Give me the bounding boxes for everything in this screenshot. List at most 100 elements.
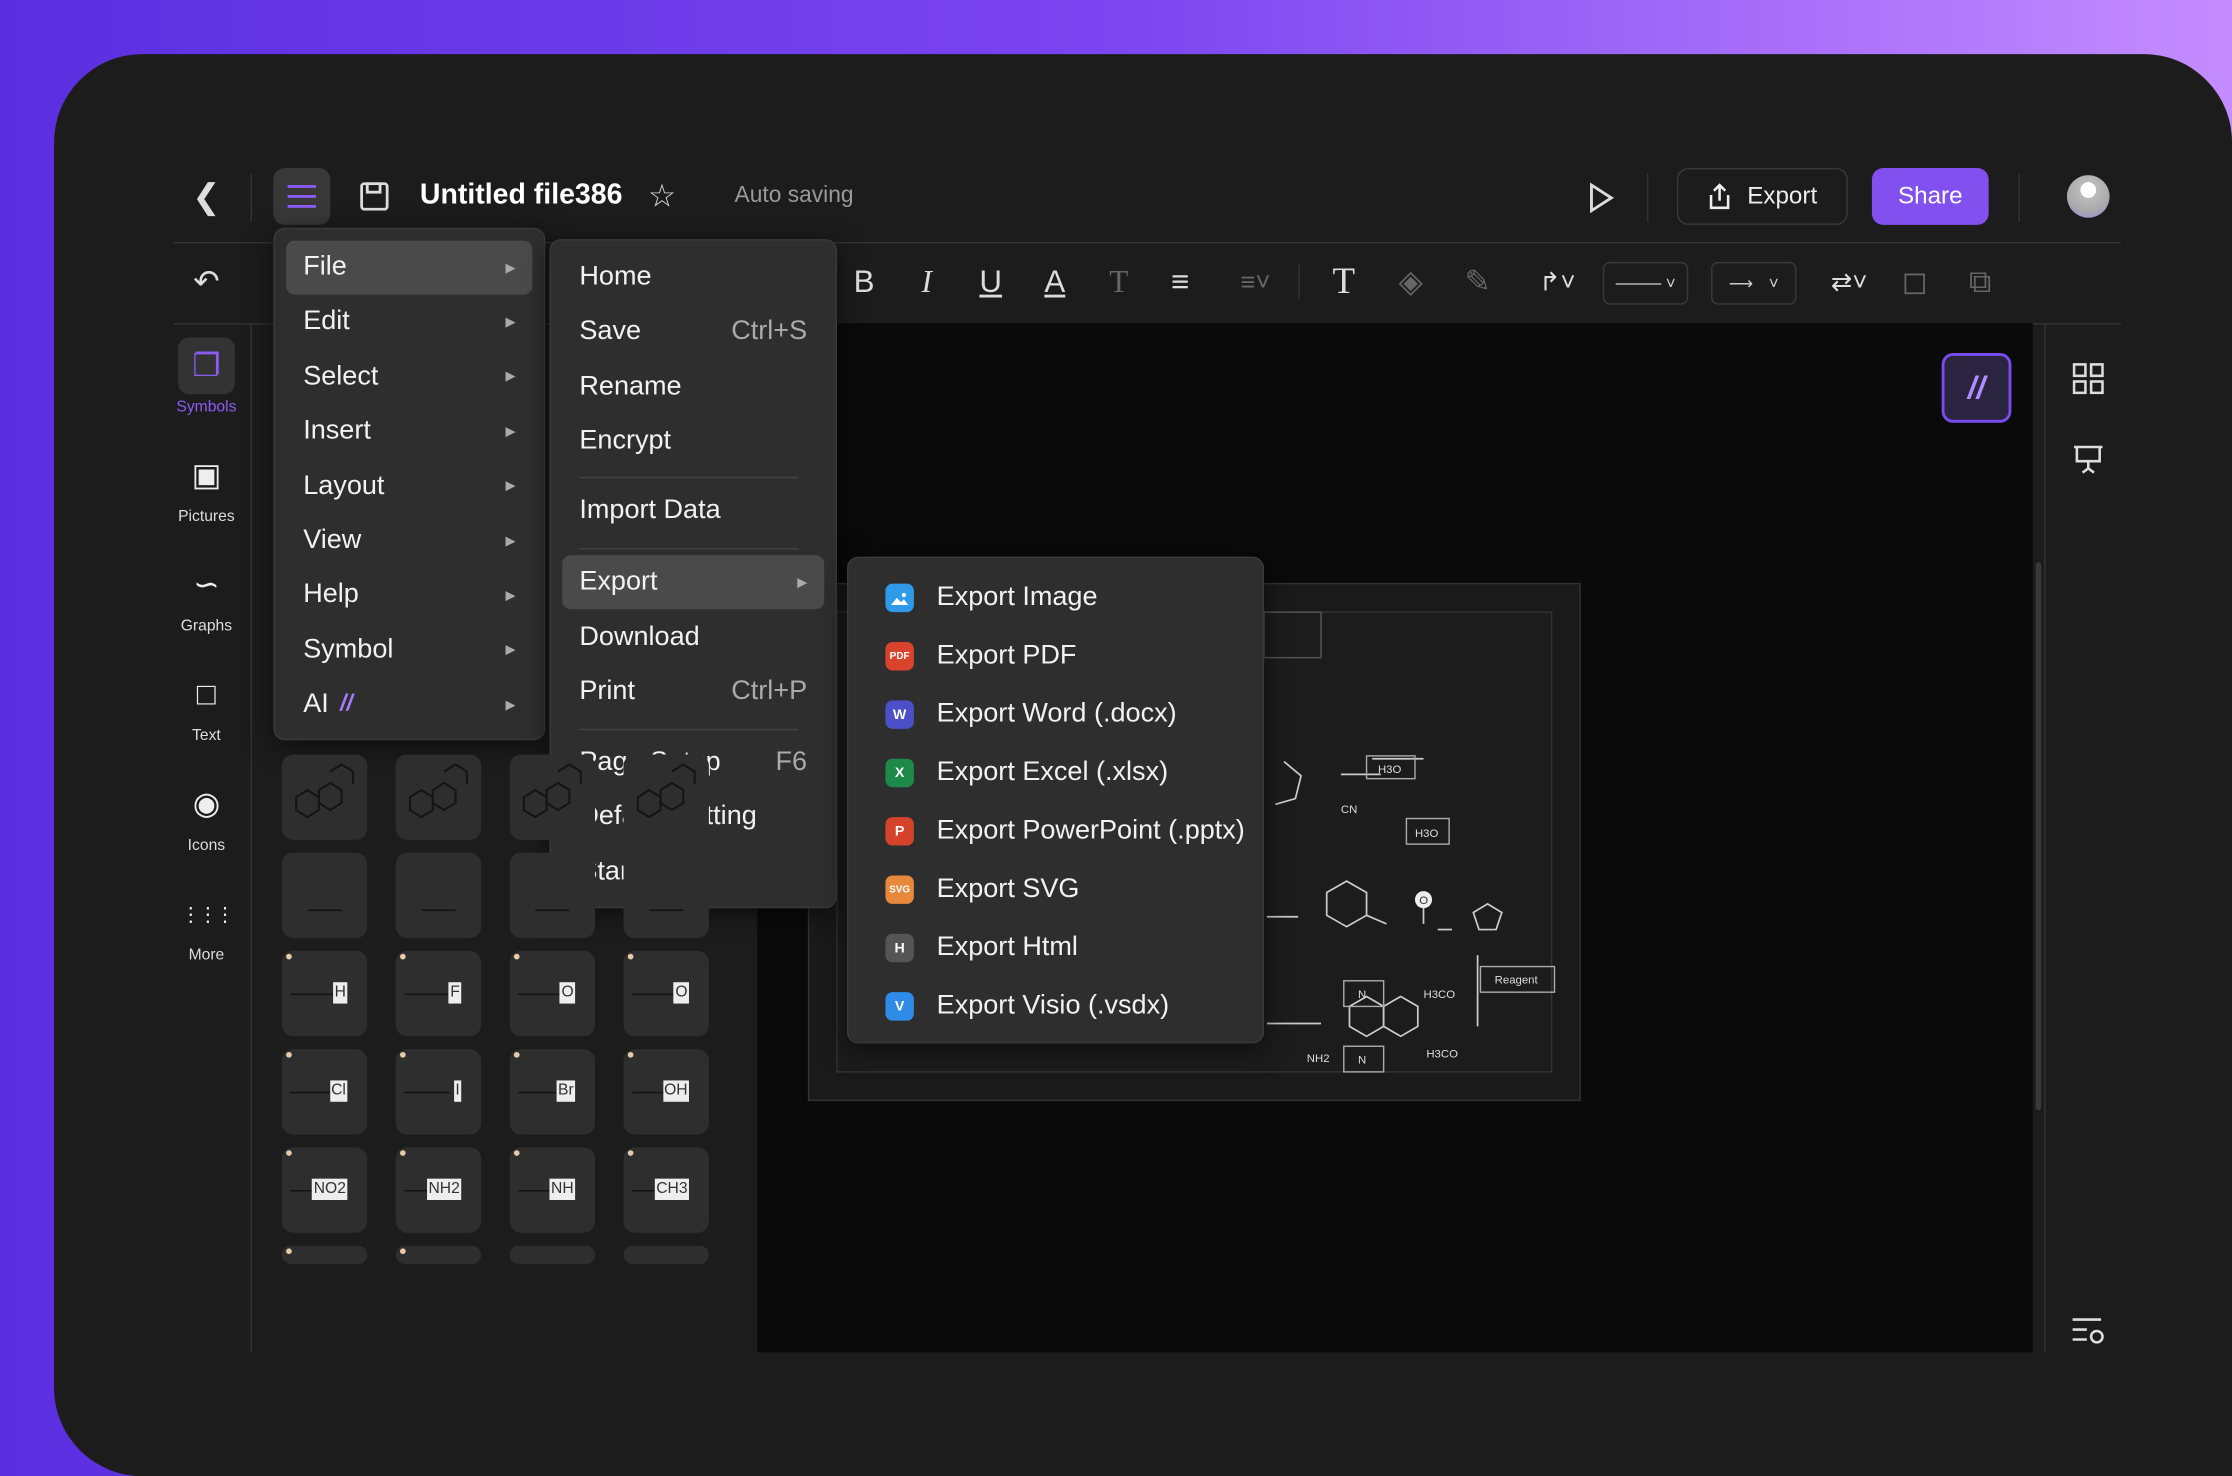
back-chevron-icon[interactable]: ❮ <box>188 177 225 217</box>
export-menu-item[interactable]: Export Image <box>860 571 1251 625</box>
menu-item-edit[interactable]: Edit ▶ <box>286 295 532 349</box>
menu-item-label: Edit <box>303 306 350 337</box>
menu-item-select[interactable]: Select ▶ <box>286 350 532 404</box>
bond-line <box>649 909 684 912</box>
export-button[interactable]: Export <box>1676 167 1848 225</box>
atom-label: O <box>673 982 689 1004</box>
ai-assistant-button[interactable]: // <box>1941 353 2012 423</box>
file-type-icon: SVG <box>885 875 914 904</box>
export-menu-item[interactable]: V Export Visio (.vsdx) <box>860 979 1251 1033</box>
symbol-tile[interactable] <box>395 1245 482 1265</box>
text-style-icon[interactable]: T <box>1103 262 1134 302</box>
symbol-tile[interactable] <box>509 754 596 840</box>
symbol-tile[interactable]: Cl <box>281 1049 368 1135</box>
submenu-arrow-icon: ▶ <box>505 587 516 602</box>
symbol-tile[interactable] <box>395 754 482 840</box>
symbol-tile[interactable]: H <box>281 950 368 1037</box>
export-menu-item[interactable]: H Export Html <box>860 921 1251 975</box>
menu-item-label: Symbol <box>303 634 394 665</box>
export-menu-item[interactable]: SVG Export SVG <box>860 863 1251 917</box>
export-menu-item[interactable]: X Export Excel (.xlsx) <box>860 746 1251 800</box>
menu-separator <box>579 548 799 550</box>
sidebar-item-graphs[interactable]: ∽ Graphs <box>174 557 239 635</box>
save-icon[interactable] <box>359 181 390 212</box>
avatar[interactable] <box>2066 175 2110 218</box>
symbol-tile[interactable] <box>623 852 709 939</box>
line-spacing-icon[interactable]: ≡˅ <box>1227 262 1284 302</box>
menu-item-label: Import Data <box>579 495 721 526</box>
bond-line <box>535 909 570 912</box>
sidebar-item-symbols[interactable]: ❐ Symbols <box>174 337 239 416</box>
text-tool-icon[interactable]: T <box>1327 261 1361 302</box>
document-title[interactable]: Untitled file386 <box>420 179 623 212</box>
settings-list-icon[interactable] <box>2070 1312 2107 1349</box>
symbol-tile[interactable]: O <box>623 950 709 1037</box>
symbol-tile[interactable]: O <box>509 950 596 1037</box>
symbol-tile[interactable]: OH <box>623 1049 709 1135</box>
sidebar-item-label: More <box>188 946 225 964</box>
italic-icon[interactable]: I <box>911 262 942 302</box>
fill-icon[interactable]: ◈ <box>1395 262 1426 302</box>
send-back-icon[interactable]: ⧉ <box>1964 262 1995 302</box>
menu-item-label: Export SVG <box>936 874 1080 904</box>
symbol-tile[interactable] <box>509 1245 596 1265</box>
symbol-tile[interactable] <box>395 852 482 939</box>
menu-button[interactable] <box>273 167 331 225</box>
symbol-tile[interactable] <box>281 852 368 939</box>
symbol-tile[interactable]: CH3 <box>623 1147 709 1233</box>
file-menu-item-export[interactable]: Export ▶ <box>562 555 825 610</box>
file-menu-item-home[interactable]: Home <box>562 251 824 305</box>
symbol-tile[interactable]: F <box>395 950 482 1037</box>
arrow-style-dropdown[interactable]: ⟶ ˅ <box>1711 261 1797 305</box>
undo-icon[interactable]: ↶ <box>188 262 225 302</box>
sidebar-item-icons[interactable]: ◉ Icons <box>174 776 239 854</box>
sidebar-item-pictures[interactable]: ▣ Pictures <box>174 447 239 525</box>
symbol-tile[interactable]: Br <box>509 1049 596 1135</box>
bold-icon[interactable]: B <box>848 262 879 302</box>
brush-icon[interactable]: ✎ <box>1462 262 1493 302</box>
symbol-tile[interactable]: NH <box>509 1147 596 1233</box>
symbol-tile[interactable]: I <box>395 1049 482 1135</box>
symbol-tile[interactable] <box>281 754 368 840</box>
file-menu-item-save[interactable]: Save Ctrl+S <box>562 305 824 359</box>
file-menu-item-encrypt[interactable]: Encrypt <box>562 414 824 468</box>
menu-item-ai[interactable]: AI // ▶ <box>286 678 532 732</box>
share-button[interactable]: Share <box>1871 167 1989 225</box>
connector-icon[interactable]: ↱˅ <box>1532 262 1583 302</box>
play-icon[interactable] <box>1583 179 1620 216</box>
font-color-icon[interactable]: A <box>1039 262 1070 302</box>
sidebar-item-text[interactable]: □ Text <box>174 666 239 744</box>
presentation-icon[interactable] <box>2070 441 2107 478</box>
export-menu-item[interactable]: P Export PowerPoint (.pptx) <box>860 804 1251 858</box>
underline-icon[interactable]: U <box>975 262 1006 302</box>
symbol-tile[interactable] <box>509 852 596 939</box>
symbol-tile[interactable] <box>623 1245 709 1265</box>
line-style-dropdown[interactable]: ˅ <box>1602 261 1689 305</box>
menu-item-help[interactable]: Help ▶ <box>286 569 532 623</box>
bring-front-icon[interactable]: ◻ <box>1899 262 1930 302</box>
symbol-tile[interactable]: NO2 <box>281 1147 368 1233</box>
menu-item-symbol[interactable]: Symbol ▶ <box>286 623 532 677</box>
star-icon[interactable]: ☆ <box>645 178 679 214</box>
rail-divider <box>250 323 252 1353</box>
export-menu-item[interactable]: PDF Export PDF <box>860 629 1251 683</box>
menu-item-insert[interactable]: Insert ▶ <box>286 405 532 459</box>
sidebar-item-more[interactable]: ⋮⋮⋮ More <box>174 885 239 964</box>
menu-item-layout[interactable]: Layout ▶ <box>286 459 532 513</box>
file-type-icon: H <box>885 933 914 963</box>
menu-item-view[interactable]: View ▶ <box>286 514 532 568</box>
line-weight-icon[interactable]: ⇄˅ <box>1822 262 1876 302</box>
symbol-tile[interactable] <box>281 1245 368 1265</box>
file-menu-item-print[interactable]: Print Ctrl+P <box>562 665 824 719</box>
symbol-tile[interactable]: NH2 <box>395 1147 482 1233</box>
vertical-scrollbar[interactable] <box>2035 562 2042 1111</box>
file-menu-item-download[interactable]: Download <box>562 611 824 665</box>
grid-view-icon[interactable] <box>2070 360 2107 397</box>
export-menu-item[interactable]: W Export Word (.docx) <box>860 688 1251 742</box>
file-menu-item-import-data[interactable]: Import Data <box>562 484 824 538</box>
menu-item-file[interactable]: File ▶ <box>286 240 533 295</box>
menu-item-label: Encrypt <box>579 425 672 456</box>
align-icon[interactable]: ≡ <box>1164 262 1195 302</box>
file-menu-item-rename[interactable]: Rename <box>562 360 824 414</box>
symbol-tile[interactable] <box>623 754 709 840</box>
